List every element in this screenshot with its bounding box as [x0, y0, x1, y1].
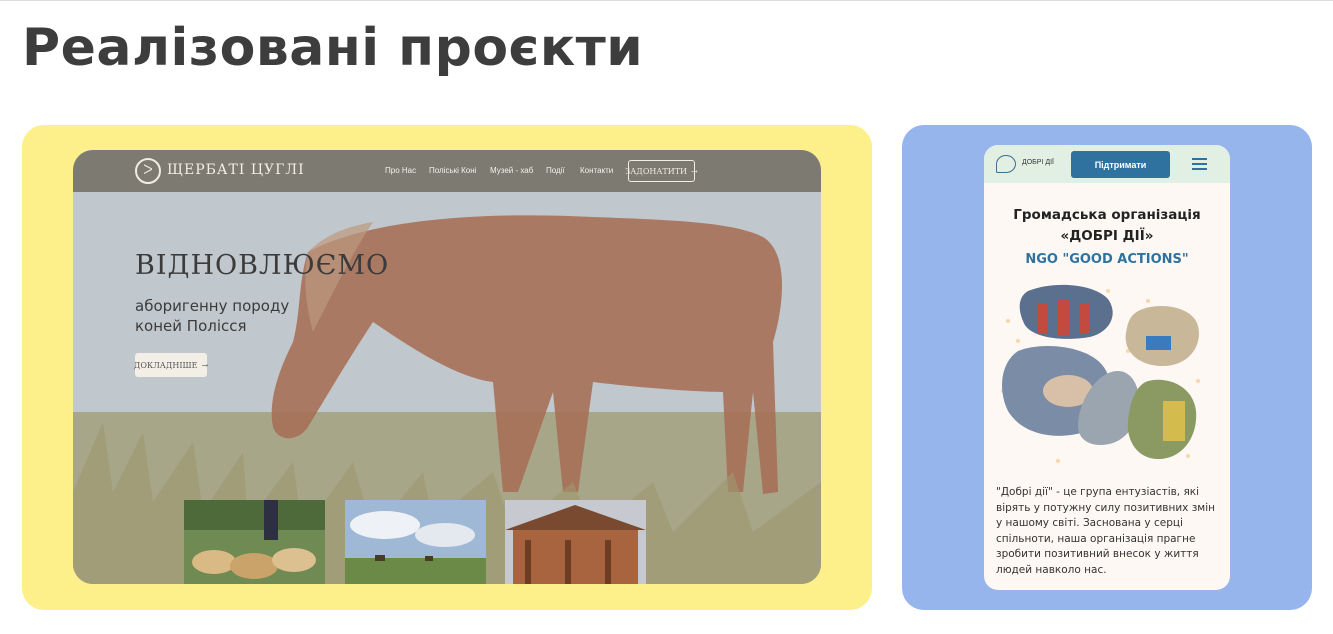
- nav-link-horses[interactable]: Поліські Коні: [429, 166, 476, 175]
- thumbnail-field-photo: [345, 500, 486, 584]
- website-preview: ᐳ ЩЕРБАТІ ЦУГЛІ Про Нас Поліські Коні Му…: [73, 150, 821, 584]
- arrow-right-icon: →: [201, 360, 209, 370]
- hero-title: ВІДНОВЛЮЄМО: [135, 250, 390, 281]
- top-divider: [0, 0, 1333, 1]
- org-description: "Добрі дії" - це група ентузіастів, які …: [996, 486, 1215, 576]
- project-card-shcherbati-tsuhli[interactable]: ᐳ ЩЕРБАТІ ЦУГЛІ Про Нас Поліські Коні Му…: [22, 125, 872, 610]
- org-title-english: NGO "GOOD ACTIONS": [1025, 252, 1189, 267]
- nav-link-about[interactable]: Про Нас: [385, 166, 416, 175]
- org-title: Громадська організація «ДОБРІ ДІЇ»: [1013, 207, 1201, 244]
- thumbnail-wooden-house-photo: [505, 500, 646, 584]
- donate-button-label: ЗАДОНАТИТИ: [625, 166, 688, 176]
- mobile-header: ДОБРІ ДІЇ Підтримати: [984, 145, 1230, 183]
- page-title: Реалізовані проєкти: [22, 18, 644, 78]
- site-navbar: ᐳ ЩЕРБАТІ ЦУГЛІ Про Нас Поліські Коні Му…: [73, 150, 821, 192]
- mobile-site-preview: ДОБРІ ДІЇ Підтримати Громадська організа…: [984, 145, 1230, 590]
- volunteer-photo-collage: [1001, 284, 1200, 463]
- horse-logo-icon: ᐳ: [135, 158, 161, 184]
- project-card-dobri-dii[interactable]: ДОБРІ ДІЇ Підтримати Громадська організа…: [902, 125, 1312, 610]
- hamburger-menu-icon[interactable]: [1192, 158, 1207, 170]
- site-logo-text: ЩЕРБАТІ ЦУГЛІ: [167, 162, 305, 178]
- nav-link-museum[interactable]: Музей - хаб: [490, 166, 533, 175]
- donate-button[interactable]: ЗАДОНАТИТИ →: [625, 160, 698, 182]
- learn-more-button[interactable]: ДОКЛАДНІШЕ →: [133, 353, 209, 377]
- nav-link-events[interactable]: Події: [546, 166, 565, 175]
- nav-link-contacts[interactable]: Контакти: [580, 166, 613, 175]
- thumbnail-food-photo: [184, 500, 325, 584]
- dobri-dii-logo-icon: [996, 155, 1016, 173]
- hero-subtitle: аборигенну породу коней Полісся: [135, 297, 290, 335]
- support-button[interactable]: Підтримати: [1071, 151, 1170, 178]
- learn-more-label: ДОКЛАДНІШЕ: [133, 360, 198, 370]
- arrow-right-icon: →: [691, 166, 698, 176]
- mobile-logo-text: ДОБРІ ДІЇ: [1022, 159, 1054, 166]
